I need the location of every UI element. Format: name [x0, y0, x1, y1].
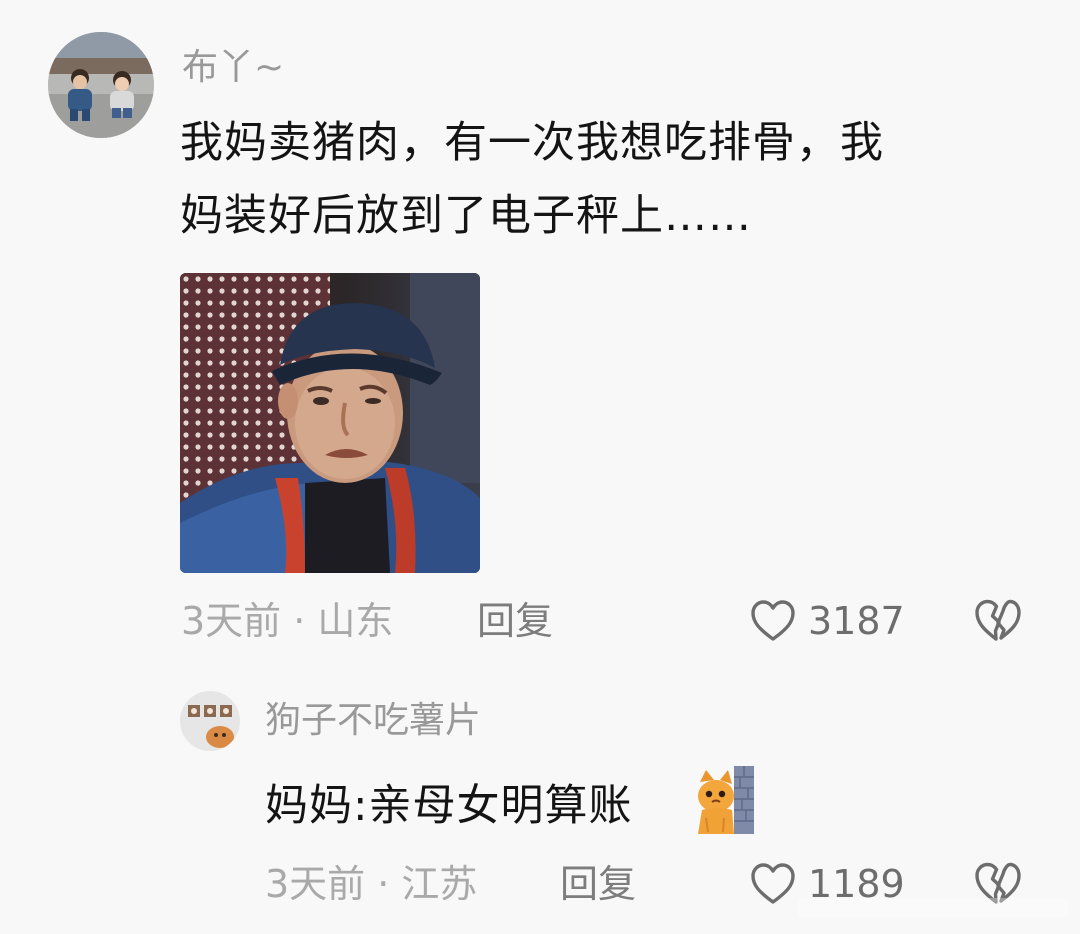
heart-outline-icon [751, 863, 795, 904]
broken-heart-icon [975, 599, 1021, 641]
watermark [798, 898, 1068, 918]
timestamp-location: 3天前 · 山东 [181, 599, 394, 643]
cat-emoji-icon [696, 766, 756, 834]
username[interactable]: 布丫~ [182, 46, 284, 90]
comment-text-line-2: 妈装好后放到了电子秤上…… [180, 191, 752, 241]
like-count: 3187 [808, 599, 905, 643]
comment-thread: 布丫~ 我妈卖猪肉，有一次我想吃排骨，我 妈装好后放到了电子秤上…… 3天前 ·… [0, 0, 1080, 934]
timestamp-location: 3天前 · 江苏 [265, 862, 478, 906]
comment-image[interactable] [180, 273, 480, 573]
heart-outline-icon [751, 600, 795, 641]
like-button[interactable]: 3187 [750, 597, 905, 645]
comment-text: 妈妈:亲母女明算账 [265, 781, 633, 831]
avatar[interactable] [48, 32, 154, 138]
username[interactable]: 狗子不吃薯片 [265, 699, 481, 743]
avatar[interactable] [180, 691, 240, 751]
reply-button[interactable]: 回复 [560, 860, 636, 908]
dislike-button[interactable] [973, 597, 1023, 645]
comment-text-line-1: 我妈卖猪肉，有一次我想吃排骨，我 [180, 118, 884, 168]
reply-button[interactable]: 回复 [477, 597, 553, 645]
